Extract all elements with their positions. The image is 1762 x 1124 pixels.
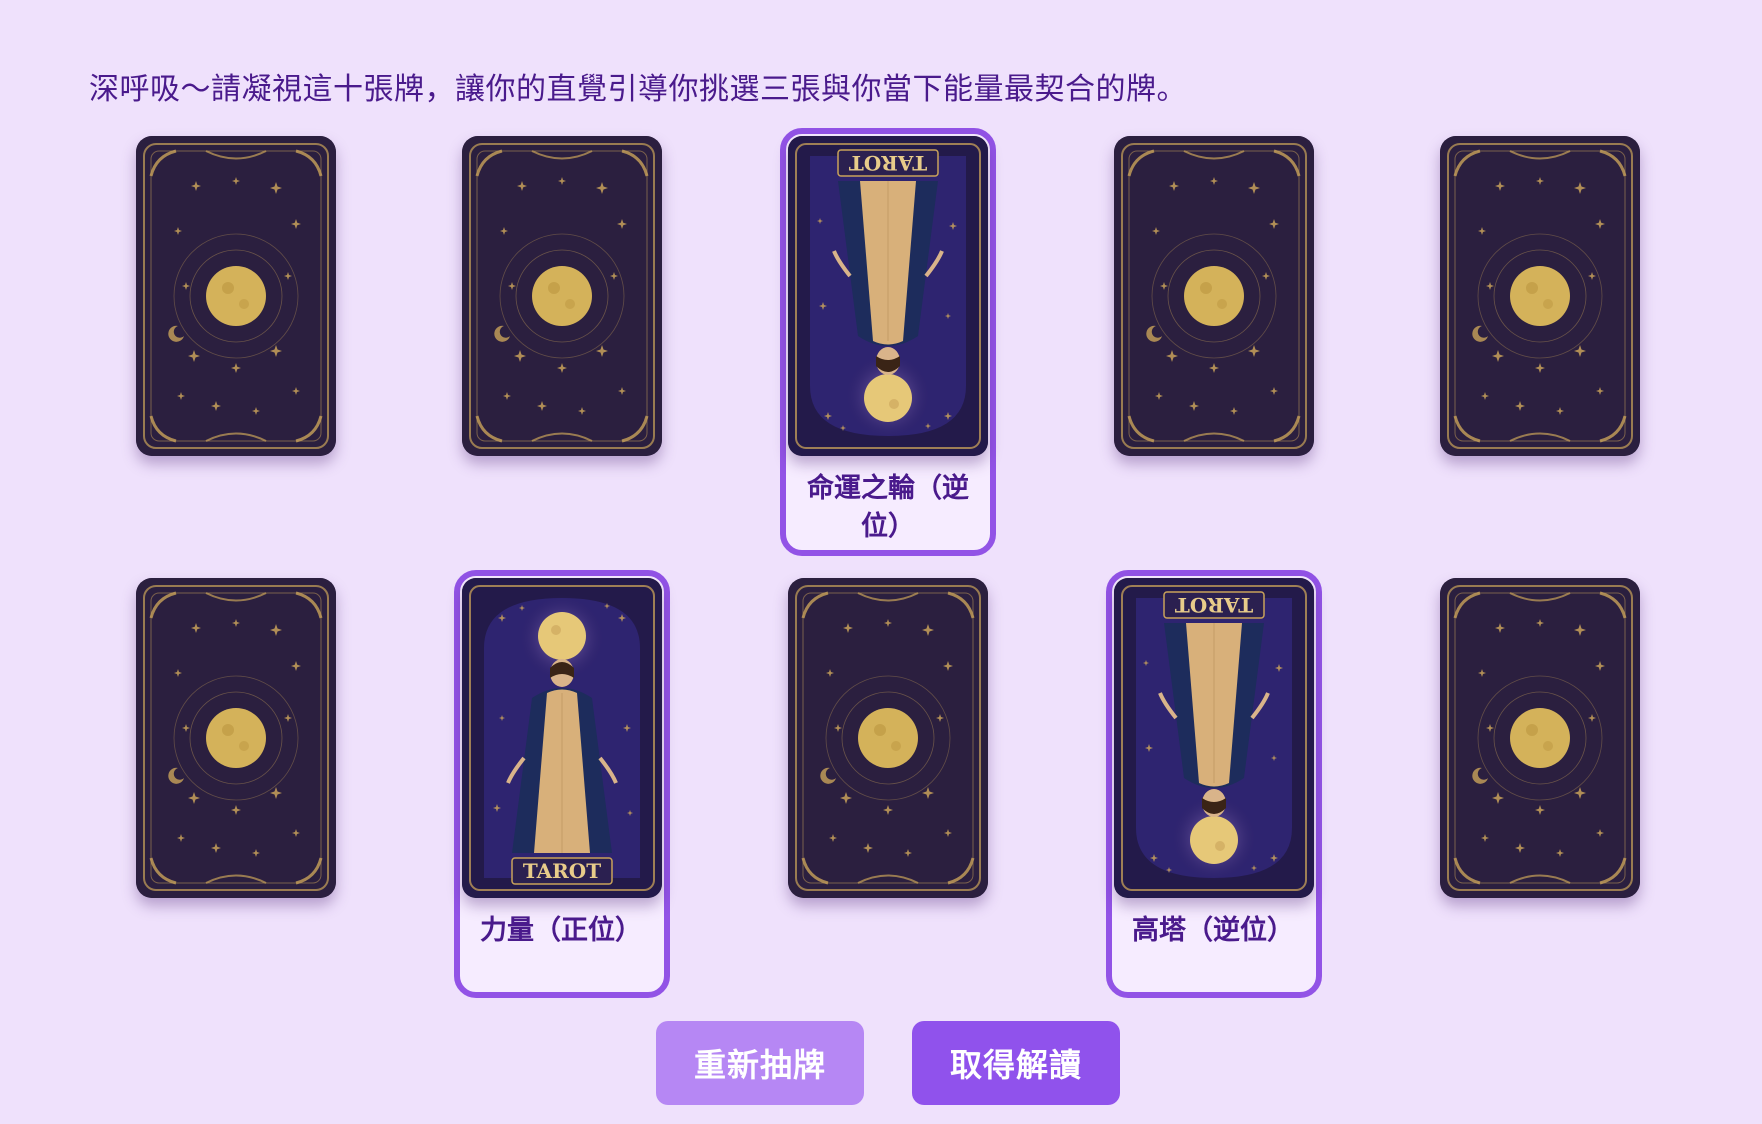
card-label: 高塔（逆位） [1132,915,1294,946]
selected-card-tower[interactable]: TAROT 高塔（逆位） [1106,570,1322,998]
card-back-6[interactable] [136,578,336,898]
card-face-image: TAROT [1114,578,1314,898]
card-back-image [136,578,336,898]
card-back-5[interactable] [1440,136,1640,456]
card-back-8[interactable] [788,578,988,898]
card-back-4[interactable] [1114,136,1314,456]
card-back-image [788,578,988,898]
card-face-image: TAROT [788,136,988,456]
svg-text:TAROT: TAROT [849,151,927,175]
card-back-image [1114,136,1314,456]
get-reading-button[interactable]: 取得解讀 [912,1021,1120,1105]
card-back-10[interactable] [1440,578,1640,898]
selected-card-wheel-of-fortune[interactable]: TAROT 命運之輪（逆位） [780,128,996,556]
card-back-image [136,136,336,456]
card-label: 命運之輪（逆位） [807,473,969,542]
instruction-text: 深呼吸～請凝視這十張牌，讓你的直覺引導你挑選三張與你當下能量最契合的牌。 [89,72,1187,107]
redraw-button[interactable]: 重新抽牌 [656,1021,864,1105]
card-back-image [1440,578,1640,898]
card-face-image: TAROT [462,578,662,898]
card-back-image [462,136,662,456]
selected-card-strength[interactable]: TAROT 力量（正位） [454,570,670,998]
tarot-page: 深呼吸～請凝視這十張牌，讓你的直覺引導你挑選三張與你當下能量最契合的牌。 TAR… [0,0,1762,1124]
svg-text:TAROT: TAROT [1175,593,1253,617]
card-label: 力量（正位） [480,915,642,946]
card-back-2[interactable] [462,136,662,456]
card-back-image [1440,136,1640,456]
svg-text:TAROT: TAROT [523,859,601,883]
card-back-1[interactable] [136,136,336,456]
